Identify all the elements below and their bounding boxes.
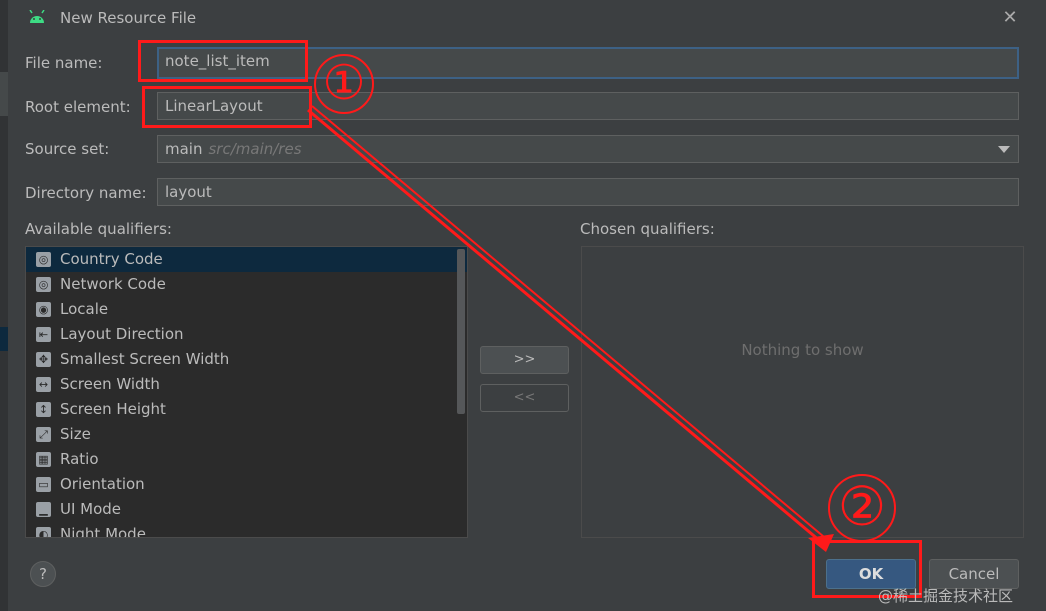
annotation-box-root-element (142, 86, 312, 128)
source-set-label: Source set: (25, 140, 110, 158)
qualifier-item[interactable]: ◎ Network Code (26, 272, 467, 297)
qualifier-item[interactable]: ◎ Country Code (26, 247, 467, 272)
qualifier-item-label: Night Mode (60, 525, 146, 538)
ui-mode-icon: ▁ (36, 502, 51, 517)
help-button[interactable]: ? (30, 561, 56, 587)
annotation-marker-2: ② (828, 474, 896, 542)
night-mode-icon: ◐ (36, 527, 51, 537)
qualifier-item-label: Screen Height (60, 400, 166, 418)
qualifier-item[interactable]: ↔ Screen Width (26, 372, 467, 397)
chevron-down-icon (998, 146, 1010, 153)
qualifier-item-label: UI Mode (60, 500, 122, 518)
smallest-screen-width-icon: ✥ (36, 352, 51, 367)
qualifier-item[interactable]: ⇤ Layout Direction (26, 322, 467, 347)
watermark: @稀土掘金技术社区 (878, 587, 1014, 605)
country-code-icon: ◎ (36, 252, 51, 267)
qualifier-item[interactable]: ◉ Locale (26, 297, 467, 322)
qualifier-item[interactable]: ◐ Night Mode (26, 522, 467, 538)
qualifier-item[interactable]: ✥ Smallest Screen Width (26, 347, 467, 372)
available-qualifiers-label: Available qualifiers: (25, 220, 172, 238)
available-qualifiers-list[interactable]: ◎ Country Code ◎ Network Code ◉ Locale ⇤ Layout… (25, 246, 468, 538)
qualifier-item[interactable]: ⤢ Size (26, 422, 467, 447)
qualifier-item-label: Orientation (60, 475, 145, 493)
source-set-dropdown[interactable]: main src/main/res (157, 135, 1019, 163)
qualifier-item[interactable]: ↕ Screen Height (26, 397, 467, 422)
qualifier-item-label: Smallest Screen Width (60, 350, 230, 368)
remove-qualifier-button[interactable]: << (480, 384, 569, 412)
locale-icon: ◉ (36, 302, 51, 317)
qualifier-item[interactable]: ▭ Orientation (26, 472, 467, 497)
size-icon: ⤢ (36, 427, 51, 442)
qualifier-item-label: Screen Width (60, 375, 160, 393)
ratio-icon: ▦ (36, 452, 51, 467)
screen-width-icon: ↔ (36, 377, 51, 392)
file-name-label: File name: (25, 54, 103, 72)
qualifier-item-label: Layout Direction (60, 325, 184, 343)
qualifier-item-label: Size (60, 425, 91, 443)
layout-direction-icon: ⇤ (36, 327, 51, 342)
chosen-qualifiers-label: Chosen qualifiers: (580, 220, 715, 238)
source-set-hint: src/main/res (208, 140, 302, 158)
close-button[interactable]: ✕ (1000, 8, 1020, 28)
list-scrollbar[interactable] (457, 249, 465, 414)
background-panel (0, 72, 8, 116)
dialog-title: New Resource File (60, 9, 197, 27)
qualifier-item-label: Ratio (60, 450, 99, 468)
qualifier-item[interactable]: ▁ UI Mode (26, 497, 467, 522)
qualifier-item[interactable]: ▦ Ratio (26, 447, 467, 472)
annotation-box-file-name (138, 40, 308, 82)
source-set-value: main (165, 140, 203, 158)
title-bar: New Resource File ✕ (8, 0, 1046, 36)
close-icon: ✕ (1002, 7, 1018, 28)
background-ide-strip (0, 0, 8, 611)
screen-height-icon: ↕ (36, 402, 51, 417)
qualifier-items: ◎ Country Code ◎ Network Code ◉ Locale ⇤ Layout… (26, 247, 467, 538)
qualifier-item-label: Network Code (60, 275, 166, 293)
orientation-icon: ▭ (36, 477, 51, 492)
qualifier-item-label: Locale (60, 300, 109, 318)
annotation-marker-1: ① (314, 54, 374, 114)
help-icon: ? (39, 565, 47, 583)
qualifier-item-label: Country Code (60, 250, 163, 268)
android-icon (29, 10, 45, 23)
root-element-label: Root element: (25, 98, 131, 116)
background-selection (0, 327, 8, 351)
add-qualifier-button[interactable]: >> (480, 346, 569, 374)
chosen-qualifiers-list[interactable]: Nothing to show (581, 246, 1024, 538)
network-code-icon: ◎ (36, 277, 51, 292)
directory-name-label: Directory name: (25, 184, 147, 202)
directory-name-value: layout (165, 183, 212, 201)
directory-name-field[interactable]: layout (157, 178, 1019, 206)
empty-state-text: Nothing to show (741, 341, 864, 359)
